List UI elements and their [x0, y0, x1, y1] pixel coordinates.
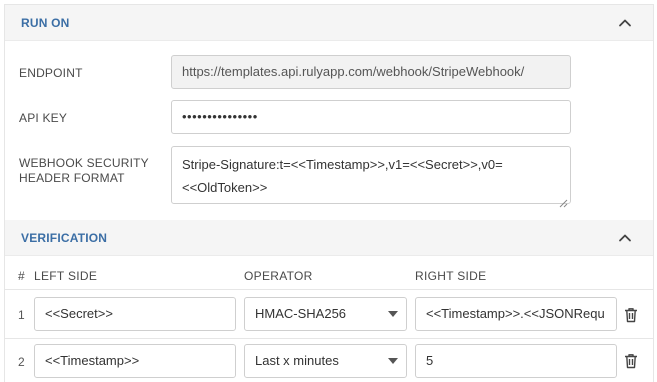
column-header-right-side: RIGHT SIDE	[415, 269, 487, 283]
trash-icon[interactable]	[624, 353, 638, 369]
operator-select-value: Last x minutes	[255, 353, 339, 368]
run-on-section-header[interactable]: RUN ON	[5, 5, 653, 41]
column-header-operator: OPERATOR	[244, 269, 313, 283]
right-side-input[interactable]: <<Timestamp>>.<<JSONRequ	[415, 297, 617, 331]
security-header-label-line1: WEBHOOK SECURITY	[19, 156, 149, 170]
row-divider	[5, 289, 653, 290]
chevron-up-icon[interactable]	[615, 13, 635, 33]
column-header-left-side: LEFT SIDE	[34, 269, 98, 283]
verification-title: VERIFICATION	[21, 231, 108, 245]
security-header-label: WEBHOOK SECURITY HEADER FORMAT	[19, 156, 149, 186]
security-header-line2: <<OldToken>>	[182, 180, 268, 195]
security-header-label-line2: HEADER FORMAT	[19, 171, 125, 185]
row-number: 2	[18, 355, 25, 369]
left-side-input[interactable]: <<Secret>>	[34, 297, 236, 331]
endpoint-label: ENDPOINT	[19, 66, 83, 80]
operator-select[interactable]: HMAC-SHA256	[244, 297, 407, 331]
security-header-textarea[interactable]: Stripe-Signature:t=<<Timestamp>>,v1=<<Se…	[171, 146, 571, 208]
api-key-field[interactable]: •••••••••••••••	[171, 100, 571, 134]
caret-down-icon	[388, 358, 398, 364]
row-number: 1	[18, 308, 25, 322]
chevron-up-icon[interactable]	[615, 228, 635, 248]
row-divider	[5, 338, 653, 339]
trash-icon[interactable]	[624, 307, 638, 323]
left-side-input[interactable]: <<Timestamp>>	[34, 344, 236, 378]
operator-select-value: HMAC-SHA256	[255, 306, 347, 321]
endpoint-field[interactable]: https://templates.api.rulyapp.com/webhoo…	[171, 55, 571, 89]
operator-select[interactable]: Last x minutes	[244, 344, 407, 378]
run-on-title: RUN ON	[21, 16, 70, 30]
verification-section-header[interactable]: VERIFICATION	[5, 220, 653, 256]
webhook-settings-panel: RUN ON ENDPOINT https://templates.api.ru…	[4, 4, 654, 382]
column-header-number: #	[18, 269, 25, 283]
right-side-input[interactable]: 5	[415, 344, 617, 378]
api-key-label: API KEY	[19, 111, 68, 125]
resize-grip-icon[interactable]	[559, 192, 568, 208]
caret-down-icon	[388, 311, 398, 317]
security-header-line1: Stripe-Signature:t=<<Timestamp>>,v1=<<Se…	[182, 157, 503, 172]
